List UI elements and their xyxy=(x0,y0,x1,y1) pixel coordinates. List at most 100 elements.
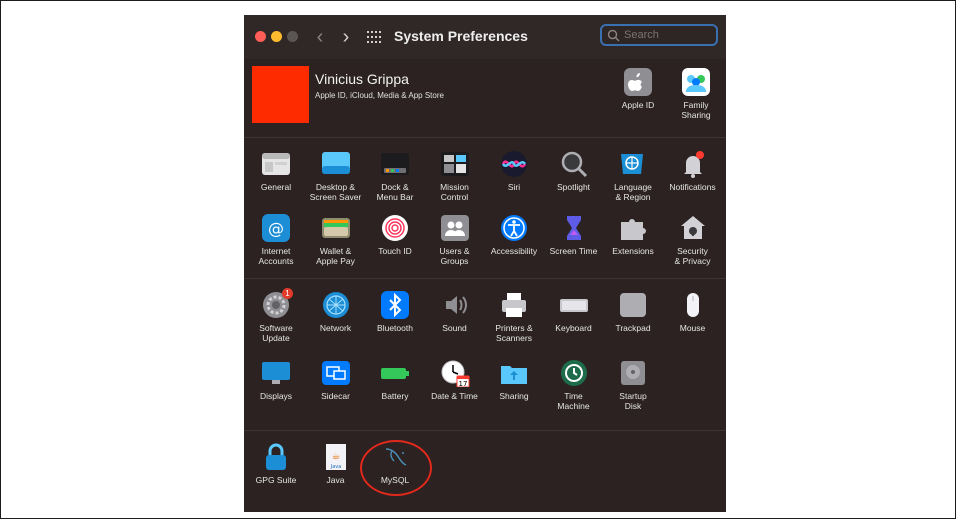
pref-label: MySQL xyxy=(380,475,410,485)
pref-touch-id[interactable]: Touch ID xyxy=(366,214,424,256)
pref-label: Software Update xyxy=(259,323,293,343)
dock-icon xyxy=(380,150,410,178)
user-name: Vinicius Grippa xyxy=(315,71,409,87)
pref-label: Keyboard xyxy=(555,323,592,333)
pref-label: Internet Accounts xyxy=(258,246,294,266)
pref-software-update[interactable]: 1 Software Update xyxy=(247,288,305,343)
pref-java[interactable]: ☕ Java Java xyxy=(307,443,365,485)
language-icon xyxy=(618,150,648,178)
pref-family[interactable]: Family Sharing xyxy=(667,68,725,120)
software-update-icon: 1 xyxy=(261,288,293,319)
pref-desktop[interactable]: Desktop & Screen Saver xyxy=(307,150,365,202)
pref-displays[interactable]: Displays xyxy=(247,359,305,401)
svg-text:☕: ☕ xyxy=(331,451,340,462)
system-preferences-window: ‹ › System Preferences Vinicius Grippa A… xyxy=(244,15,726,512)
pref-bluetooth[interactable]: Bluetooth xyxy=(366,291,424,333)
pref-label: Users & Groups xyxy=(439,246,470,266)
sidecar-icon xyxy=(321,359,351,387)
spotlight-icon xyxy=(559,150,589,178)
pref-dock[interactable]: Dock & Menu Bar xyxy=(366,150,424,202)
pref-label: Language & Region xyxy=(614,182,652,202)
pref-screen-time[interactable]: Screen Time xyxy=(545,214,603,256)
pref-label: Time Machine xyxy=(557,391,590,411)
sharing-icon xyxy=(499,359,529,387)
pref-sound[interactable]: Sound xyxy=(426,291,484,333)
pref-label: Security & Privacy xyxy=(674,246,711,266)
pref-apple[interactable]: Apple ID xyxy=(609,68,667,110)
security-icon xyxy=(678,214,708,242)
siri-icon xyxy=(499,150,529,178)
pref-wallet[interactable]: Wallet & Apple Pay xyxy=(307,214,365,266)
pref-label: Family Sharing xyxy=(681,100,711,120)
battery-icon xyxy=(380,359,410,387)
pref-label: Extensions xyxy=(612,246,654,256)
pref-siri[interactable]: Siri xyxy=(485,150,543,192)
search-icon xyxy=(607,29,620,42)
pref-label: Startup Disk xyxy=(619,391,647,411)
family-icon xyxy=(681,68,711,96)
java-icon: ☕ Java xyxy=(321,443,351,471)
pref-label: Touch ID xyxy=(378,246,412,256)
back-button[interactable]: ‹ xyxy=(310,24,330,50)
notifications-icon xyxy=(678,150,708,178)
window-title: System Preferences xyxy=(394,28,528,44)
pref-accessibility[interactable]: Accessibility xyxy=(485,214,543,256)
pref-label: Network xyxy=(319,323,352,333)
trackpad-icon xyxy=(618,291,648,319)
avatar[interactable] xyxy=(252,66,309,123)
pref-label: General xyxy=(260,182,292,192)
pref-sidecar[interactable]: Sidecar xyxy=(307,359,365,401)
pref-mouse[interactable]: Mouse xyxy=(664,291,722,333)
search-input[interactable] xyxy=(624,27,712,43)
gpg-suite-icon xyxy=(261,443,291,471)
minimize-button[interactable] xyxy=(271,31,282,42)
pref-general[interactable]: General xyxy=(247,150,305,192)
screen-time-icon xyxy=(559,214,589,242)
pref-users[interactable]: Users & Groups xyxy=(426,214,484,266)
pref-security[interactable]: Security & Privacy xyxy=(664,214,722,266)
title-bar: ‹ › System Preferences xyxy=(244,15,726,59)
pref-gpg-suite[interactable]: GPG Suite xyxy=(247,443,305,485)
keyboard-icon xyxy=(559,291,589,319)
apple-icon xyxy=(623,68,653,96)
pref-mission-control[interactable]: Mission Control xyxy=(426,150,484,202)
svg-text:@: @ xyxy=(268,219,284,238)
internet-accounts-icon: @ xyxy=(261,214,291,242)
date-time-icon: 17 xyxy=(440,359,470,388)
pref-internet-accounts[interactable]: @ Internet Accounts xyxy=(247,214,305,266)
pref-network[interactable]: Network xyxy=(307,291,365,333)
pref-spotlight[interactable]: Spotlight xyxy=(545,150,603,192)
pref-label: Mission Control xyxy=(440,182,469,202)
pref-mysql[interactable]: MySQL xyxy=(366,443,424,485)
pref-extensions[interactable]: Extensions xyxy=(604,214,662,256)
pref-battery[interactable]: Battery xyxy=(366,359,424,401)
mission-control-icon xyxy=(440,150,470,178)
pref-trackpad[interactable]: Trackpad xyxy=(604,291,662,333)
search-field[interactable] xyxy=(600,24,718,46)
pref-language[interactable]: Language & Region xyxy=(604,150,662,202)
network-icon xyxy=(321,291,351,319)
pref-time-machine[interactable]: Time Machine xyxy=(545,359,603,411)
pref-notifications[interactable]: Notifications xyxy=(664,150,722,192)
pref-label: Desktop & Screen Saver xyxy=(309,182,362,202)
startup-disk-icon xyxy=(618,359,648,387)
forward-button[interactable]: › xyxy=(336,24,356,50)
extensions-icon xyxy=(618,214,648,242)
close-button[interactable] xyxy=(255,31,266,42)
pref-printer[interactable]: Printers & Scanners xyxy=(485,291,543,343)
zoom-button[interactable] xyxy=(287,31,298,42)
show-all-grid-icon[interactable] xyxy=(367,31,381,43)
printer-icon xyxy=(499,291,529,319)
svg-text:Java: Java xyxy=(329,464,341,470)
pref-date-time[interactable]: 17 Date & Time xyxy=(426,359,484,401)
pref-label: GPG Suite xyxy=(255,475,297,485)
pref-keyboard[interactable]: Keyboard xyxy=(545,291,603,333)
pref-label: Dock & Menu Bar xyxy=(376,182,414,202)
pref-label: Accessibility xyxy=(490,246,538,256)
pref-label: Battery xyxy=(381,391,409,401)
pref-label: Notifications xyxy=(669,182,716,192)
pref-sharing[interactable]: Sharing xyxy=(485,359,543,401)
desktop-icon xyxy=(321,150,351,178)
pref-startup-disk[interactable]: Startup Disk xyxy=(604,359,662,411)
pref-label: Date & Time xyxy=(431,391,478,401)
